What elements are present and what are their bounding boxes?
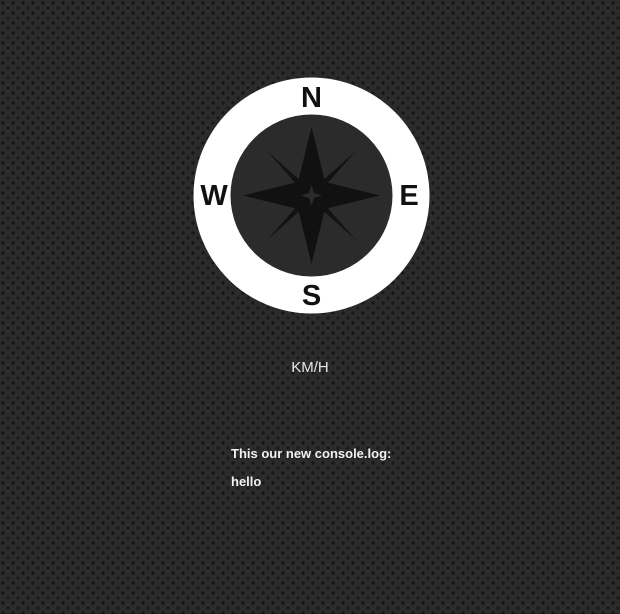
compass-south-label: S [302,280,321,312]
speed-unit-label: KM/H [291,359,329,376]
console-log-value: hello [231,474,262,489]
compass-east-label: E [399,180,418,212]
compass-widget: N E S W [193,77,430,314]
compass-west-label: W [200,180,228,212]
compass-north-label: N [301,82,322,114]
console-log-label: This our new console.log: [231,446,392,461]
compass-dial: N E S W [193,77,430,314]
